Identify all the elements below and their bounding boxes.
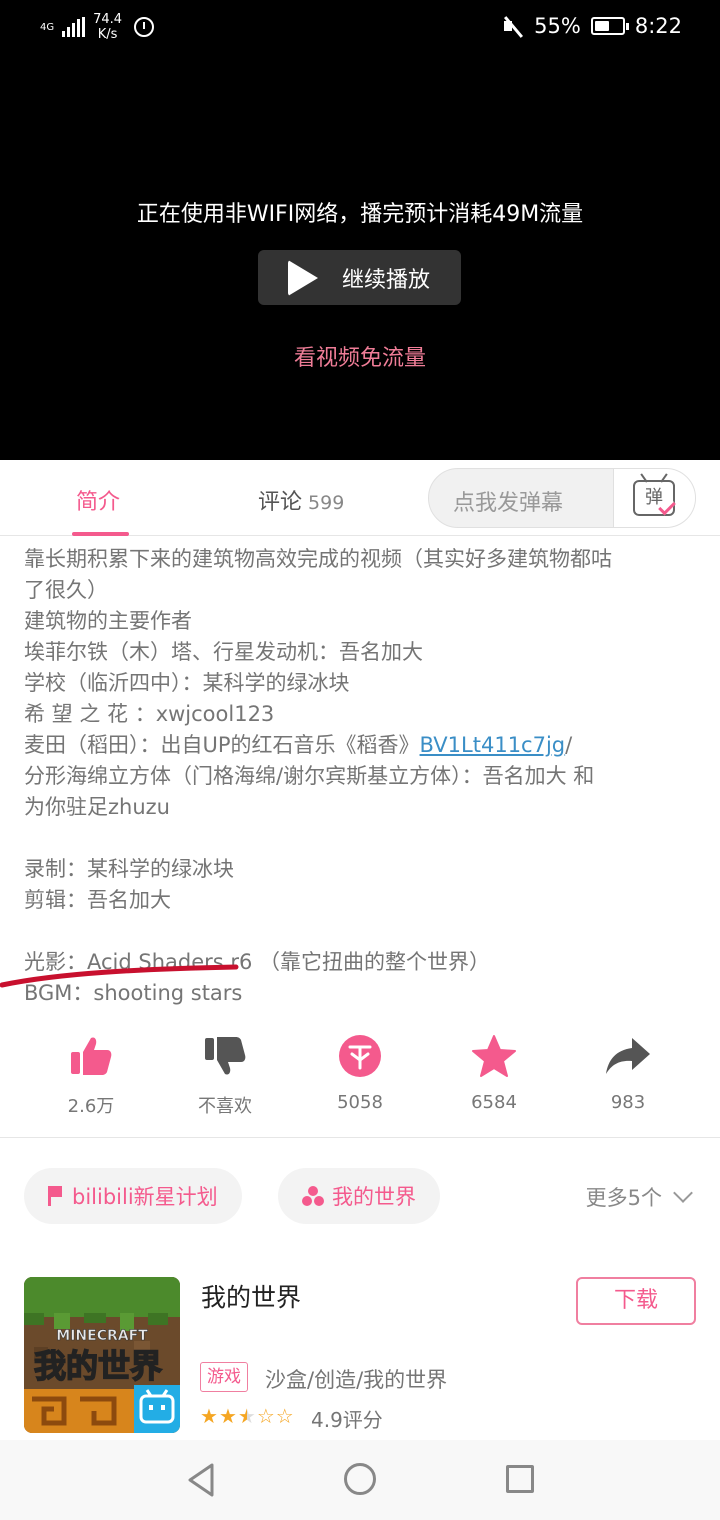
- star-icon: ★: [200, 1404, 218, 1428]
- dislike-button[interactable]: 不喜欢: [158, 1034, 292, 1118]
- tag-label: bilibili新星计划: [72, 1185, 218, 1209]
- action-bar: 2.6万 不喜欢 5058 6584 983: [0, 1034, 720, 1138]
- share-count: 983: [610, 1092, 646, 1113]
- download-button[interactable]: 下载: [576, 1277, 696, 1325]
- tab-intro[interactable]: 简介: [76, 484, 120, 516]
- star-icon: ★: [218, 1404, 237, 1428]
- network-type: 4G: [40, 21, 55, 33]
- battery-percent: 55%: [534, 14, 581, 38]
- more-tags-label: 更多5个: [585, 1186, 662, 1210]
- desc-line: 光影：Acid Shaders r6 （靠它扭曲的整个世界）: [24, 950, 491, 974]
- tab-bar: 简介 评论 599 点我发弹幕 弹: [0, 460, 720, 536]
- coin-count: 5058: [337, 1092, 383, 1113]
- cover-logo-text: MINECRAFT: [56, 1328, 148, 1344]
- game-cover-image[interactable]: MINECRAFT 我的世界: [24, 1277, 180, 1433]
- signal-icon: [62, 17, 86, 37]
- tab-comments[interactable]: 评论 599: [258, 484, 344, 516]
- desc-line: 学校（临沂四中）：某科学的绿冰块: [24, 671, 350, 695]
- rating-stars: ★ ★ ★ ☆ ☆: [200, 1405, 294, 1427]
- desc-line: 剪辑：吾名加大: [24, 888, 171, 912]
- recent-apps-icon[interactable]: [506, 1465, 534, 1493]
- star-icon: [472, 1035, 516, 1077]
- network-warning: 正在使用非WIFI网络，播完预计消耗49M流量: [136, 202, 584, 227]
- status-bar: 4G 74.4 K/s 55% 8:22: [0, 0, 720, 56]
- star-icon: ★: [237, 1404, 256, 1428]
- continue-play-button[interactable]: 继续播放: [258, 250, 461, 305]
- like-count: 2.6万: [67, 1096, 115, 1117]
- coin-icon: [339, 1035, 381, 1077]
- bv-link[interactable]: BV1Lt411c7jg: [420, 733, 566, 757]
- continue-play-label: 继续播放: [342, 267, 431, 293]
- home-icon[interactable]: [344, 1463, 376, 1495]
- thumbs-down-icon: [205, 1037, 246, 1075]
- desc-line: 录制：某科学的绿冰块: [24, 857, 234, 881]
- desc-line: BGM：shooting stars: [24, 981, 243, 1005]
- play-icon: [288, 259, 318, 296]
- tag-new-star-program[interactable]: bilibili新星计划: [24, 1168, 242, 1224]
- share-button[interactable]: 983: [561, 1034, 695, 1113]
- tab-comments-label: 评论: [258, 490, 303, 515]
- topic-icon: [302, 1186, 324, 1206]
- clock: 8:22: [634, 14, 682, 38]
- tag-label: 我的世界: [332, 1185, 416, 1209]
- chevron-down-icon: [673, 1183, 693, 1203]
- mute-icon: [502, 15, 524, 37]
- video-player[interactable]: 4G 74.4 K/s 55% 8:22 正在使用非WIFI网络，播完预计消耗4…: [0, 0, 720, 460]
- dislike-label: 不喜欢: [198, 1096, 252, 1117]
- desc-line: 了很久）: [24, 578, 108, 602]
- net-speed: 74.4 K/s: [93, 12, 123, 42]
- game-rating: 4.9评分: [311, 1408, 383, 1432]
- like-button[interactable]: 2.6万: [24, 1034, 158, 1118]
- comments-count: 599: [308, 492, 345, 514]
- danmaku-input[interactable]: 点我发弹幕 弹: [428, 468, 696, 528]
- alarm-icon: [134, 17, 155, 37]
- star-icon: ☆: [256, 1404, 275, 1428]
- free-data-link[interactable]: 看视频免流量: [0, 340, 720, 372]
- coin-button[interactable]: 5058: [293, 1034, 427, 1113]
- tab-indicator: [72, 532, 129, 536]
- video-description: 靠长期积累下来的建筑物高效完成的视频（其实好多建筑物都咕 了很久） 建筑物的主要…: [24, 544, 700, 1009]
- battery-icon: [590, 17, 629, 35]
- desc-line-maitian: 麦田（稻田）：出自UP的红石音乐《稻香》BV1Lt411c7jg/: [24, 733, 573, 757]
- desc-line: 希 望 之 花 ：xwjcool123: [24, 702, 275, 726]
- game-category-badge: 游戏: [200, 1362, 248, 1392]
- game-title[interactable]: 我的世界: [201, 1278, 301, 1314]
- more-tags-button[interactable]: 更多5个: [585, 1182, 693, 1212]
- thumbs-up-icon: [71, 1037, 112, 1075]
- desc-line: 建筑物的主要作者: [24, 609, 192, 633]
- desc-line: 分形海绵立方体（门格海绵/谢尔宾斯基立方体）：吾名加大 和: [24, 764, 595, 788]
- desc-line: 埃菲尔铁（木）塔、行星发动机：吾名加大: [24, 640, 423, 664]
- cover-title-text: 我的世界: [34, 1347, 162, 1385]
- danmaku-toggle-button[interactable]: 弹: [613, 469, 695, 527]
- favorite-button[interactable]: 6584: [427, 1034, 561, 1113]
- share-icon: [606, 1038, 650, 1074]
- back-icon[interactable]: [186, 1462, 216, 1498]
- desc-line: 靠长期积累下来的建筑物高效完成的视频（其实好多建筑物都咕: [24, 547, 612, 571]
- desc-line: 为你驻足zhuzu: [24, 795, 170, 819]
- favorite-count: 6584: [471, 1092, 517, 1113]
- tag-minecraft[interactable]: 我的世界: [278, 1168, 440, 1224]
- system-nav-bar: [0, 1440, 720, 1520]
- game-categories: 沙盒/创造/我的世界: [265, 1368, 448, 1392]
- danmaku-placeholder: 点我发弹幕: [453, 491, 564, 516]
- star-icon: ☆: [275, 1404, 294, 1428]
- flag-icon: [48, 1186, 62, 1206]
